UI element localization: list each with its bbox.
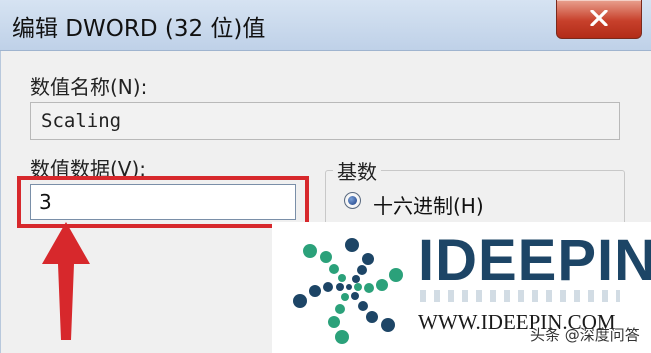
- source-credit: 头条 @深度问答: [530, 326, 640, 344]
- brand-decoration: [420, 290, 620, 302]
- value-name-label: 数值名称(N):: [30, 75, 148, 99]
- value-name-field[interactable]: Scaling: [30, 102, 620, 140]
- hex-radio-label[interactable]: 十六进制(H): [373, 190, 484, 219]
- radio-selected-icon[interactable]: [344, 192, 361, 209]
- up-arrow-icon: [42, 222, 90, 340]
- close-button[interactable]: [556, 0, 642, 39]
- logo-icon: [293, 238, 403, 344]
- highlight-box: [17, 176, 309, 228]
- title-bar: 编辑 DWORD (32 位)值: [0, 0, 651, 51]
- window-title: 编辑 DWORD (32 位)值: [12, 16, 266, 42]
- base-group-title: 基数: [333, 156, 381, 185]
- close-icon: [590, 10, 608, 26]
- brand-name: IDEEPIN: [418, 228, 651, 293]
